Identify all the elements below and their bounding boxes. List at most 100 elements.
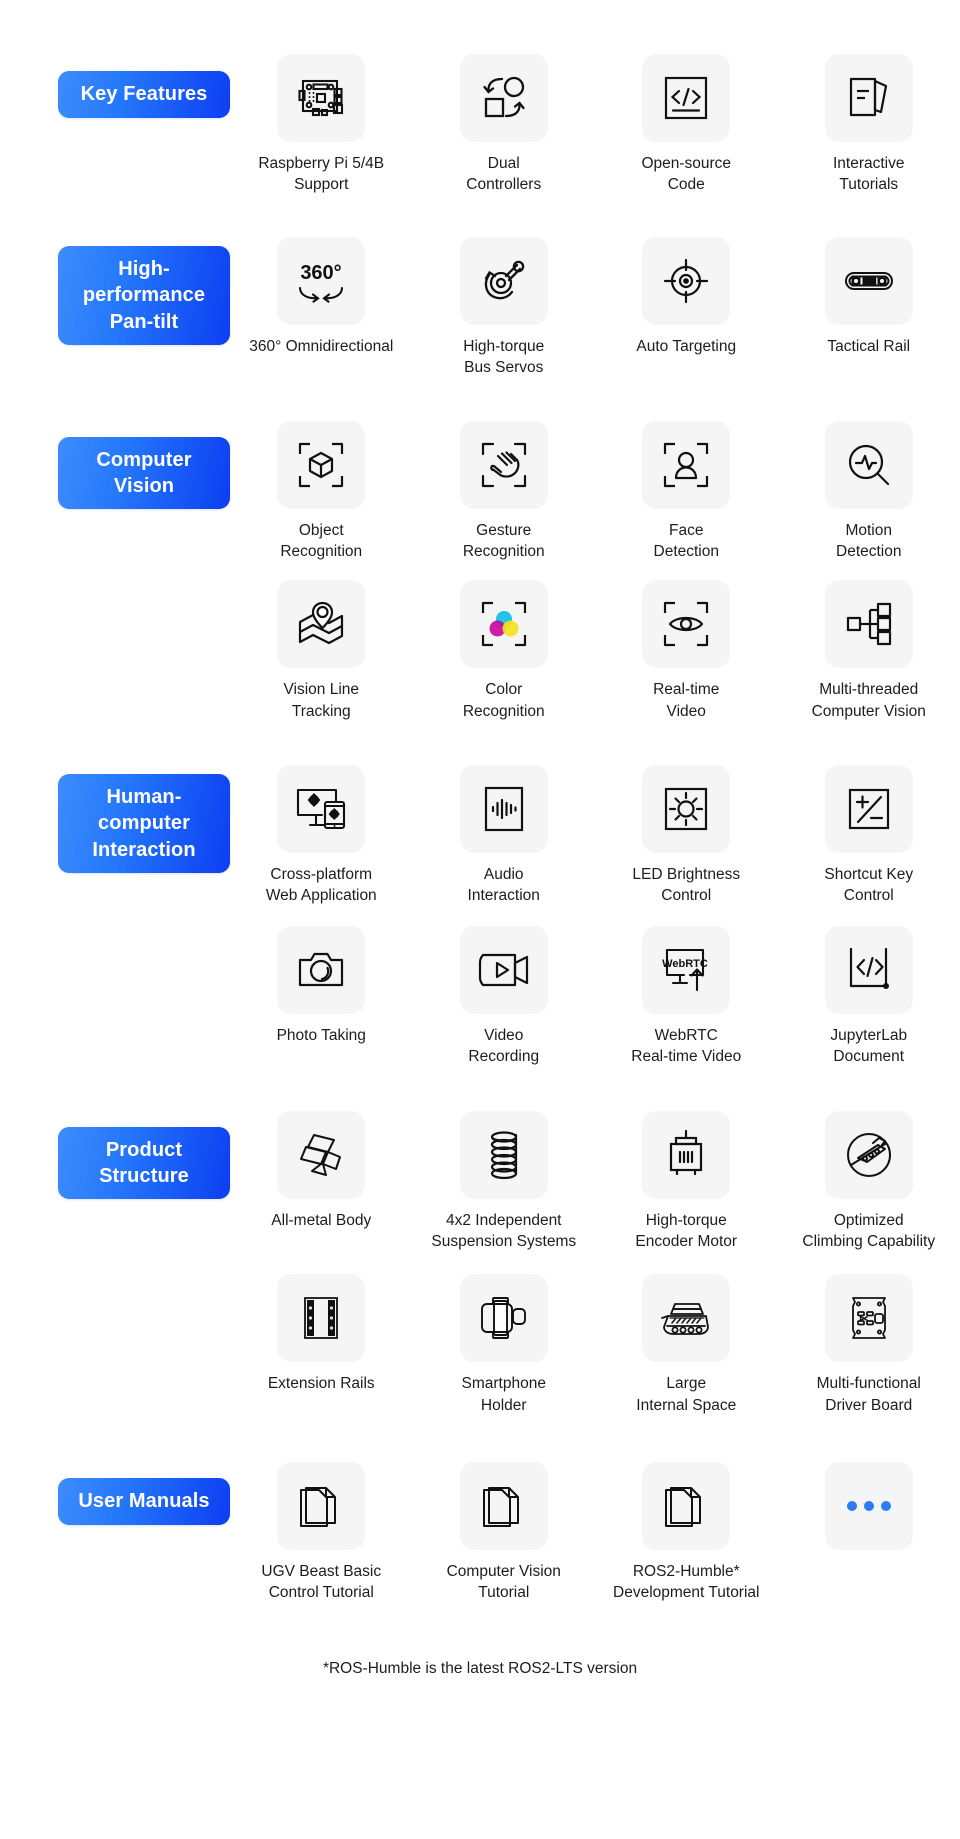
feature-item[interactable]: Raspberry Pi 5/4B Support bbox=[230, 54, 413, 196]
section-user-manuals: User Manuals UGV Beast Basic Control Tut… bbox=[0, 1462, 960, 1604]
feature-grid-row-1: Object Recognition Gesture Recogn bbox=[230, 421, 960, 563]
feature-label: Raspberry Pi 5/4B Support bbox=[258, 153, 384, 196]
feature-label: Large Internal Space bbox=[636, 1373, 736, 1416]
face-detection-person-icon bbox=[642, 421, 730, 509]
feature-label: 4x2 Independent Suspension Systems bbox=[431, 1210, 576, 1253]
feature-label: Photo Taking bbox=[277, 1025, 366, 1046]
feature-item[interactable]: Extension Rails bbox=[230, 1274, 413, 1416]
feature-item[interactable]: Shortcut Key Control bbox=[778, 765, 960, 907]
feature-item[interactable]: Multi-threaded Computer Vision bbox=[778, 580, 960, 722]
jupyterlab-code-icon bbox=[825, 926, 913, 1014]
dots-group bbox=[847, 1501, 891, 1511]
shortcut-key-plus-minus-icon bbox=[825, 765, 913, 853]
feature-item[interactable]: Smartphone Holder bbox=[413, 1274, 596, 1416]
feature-grid: UGV Beast Basic Control Tutorial Compute… bbox=[230, 1462, 960, 1604]
section-key-features: Key Features bbox=[0, 54, 960, 196]
feature-item[interactable]: UGV Beast Basic Control Tutorial bbox=[230, 1462, 413, 1604]
feature-item[interactable]: Large Internal Space bbox=[595, 1274, 778, 1416]
feature-label: Object Recognition bbox=[280, 520, 362, 563]
feature-item[interactable]: Cross-platform Web Application bbox=[230, 765, 413, 907]
feature-item[interactable] bbox=[778, 1462, 960, 1604]
footnote-text: *ROS-Humble is the latest ROS2-LTS versi… bbox=[0, 1660, 960, 1678]
section-badge-pan-tilt[interactable]: High-performance Pan-tilt bbox=[58, 246, 230, 345]
badge-column: Key Features bbox=[0, 54, 230, 118]
document-pages-icon bbox=[277, 1462, 365, 1550]
feature-grid-wrap: Cross-platform Web Application Audio Int… bbox=[230, 765, 960, 1068]
feature-grid-wrap: All-metal Body 4x2 Independent Su bbox=[230, 1111, 960, 1417]
feature-item[interactable]: Tactical Rail bbox=[778, 237, 960, 379]
feature-item[interactable]: Motion Detection bbox=[778, 421, 960, 563]
feature-label: All-metal Body bbox=[271, 1210, 371, 1231]
feature-item[interactable]: JupyterLab Document bbox=[778, 926, 960, 1068]
document-pages-icon bbox=[642, 1462, 730, 1550]
feature-item[interactable]: Video Recording bbox=[413, 926, 596, 1068]
feature-item[interactable]: High-torque Encoder Motor bbox=[595, 1111, 778, 1253]
color-recognition-cmyk-icon bbox=[460, 580, 548, 668]
badge-column: High-performance Pan-tilt bbox=[0, 237, 230, 345]
feature-label: Multi-threaded Computer Vision bbox=[812, 679, 926, 722]
encoder-motor-icon bbox=[642, 1111, 730, 1199]
feature-item[interactable]: Interactive Tutorials bbox=[778, 54, 960, 196]
feature-item[interactable]: Open-source Code bbox=[595, 54, 778, 196]
feature-label: WebRTC Real-time Video bbox=[631, 1025, 741, 1068]
feature-grid: Raspberry Pi 5/4B Support Dual Controlle… bbox=[230, 54, 960, 196]
vision-line-tracking-map-icon bbox=[277, 580, 365, 668]
feature-item[interactable]: LED Brightness Control bbox=[595, 765, 778, 907]
photo-camera-icon bbox=[277, 926, 365, 1014]
svg-text:360°: 360° bbox=[301, 262, 342, 284]
feature-item[interactable]: Audio Interaction bbox=[413, 765, 596, 907]
feature-item[interactable]: Gesture Recognition bbox=[413, 421, 596, 563]
webrtc-upload-icon: WebRTC bbox=[642, 926, 730, 1014]
feature-item[interactable]: High-torque Bus Servos bbox=[413, 237, 596, 379]
smartphone-holder-icon bbox=[460, 1274, 548, 1362]
raspberry-pi-board-icon bbox=[277, 54, 365, 142]
feature-label: Interactive Tutorials bbox=[833, 153, 905, 196]
feature-grid-row-2: Photo Taking Video Recording bbox=[230, 926, 960, 1068]
feature-item[interactable]: Vision Line Tracking bbox=[230, 580, 413, 722]
feature-label: 360° Omnidirectional bbox=[249, 336, 393, 357]
feature-item[interactable]: Optimized Climbing Capability bbox=[778, 1111, 960, 1253]
section-badge-user-manuals[interactable]: User Manuals bbox=[58, 1478, 230, 1525]
section-badge-computer-vision[interactable]: Computer Vision bbox=[58, 437, 230, 510]
feature-label: LED Brightness Control bbox=[632, 864, 740, 907]
auto-targeting-crosshair-icon bbox=[642, 237, 730, 325]
feature-item[interactable]: ROS2-Humble* Development Tutorial bbox=[595, 1462, 778, 1604]
feature-label: Auto Targeting bbox=[636, 336, 736, 357]
feature-item[interactable]: Photo Taking bbox=[230, 926, 413, 1068]
feature-label: Video Recording bbox=[468, 1025, 539, 1068]
dual-controllers-icon bbox=[460, 54, 548, 142]
feature-item[interactable]: All-metal Body bbox=[230, 1111, 413, 1253]
badge-column: Product Structure bbox=[0, 1111, 230, 1200]
feature-item[interactable]: Computer Vision Tutorial bbox=[413, 1462, 596, 1604]
more-dots-icon[interactable] bbox=[825, 1462, 913, 1550]
feature-label: Multi-functional Driver Board bbox=[817, 1373, 921, 1416]
feature-grid-row-1: All-metal Body 4x2 Independent Su bbox=[230, 1111, 960, 1253]
badge-column: Human-computer Interaction bbox=[0, 765, 230, 873]
document-pages-icon bbox=[460, 1462, 548, 1550]
feature-label: Tactical Rail bbox=[827, 336, 910, 357]
section-badge-product-structure[interactable]: Product Structure bbox=[58, 1127, 230, 1200]
feature-item[interactable]: Multi-functional Driver Board bbox=[778, 1274, 960, 1416]
feature-label: Computer Vision Tutorial bbox=[447, 1561, 561, 1604]
suspension-spring-icon bbox=[460, 1111, 548, 1199]
feature-item[interactable]: Real-time Video bbox=[595, 580, 778, 722]
section-badge-key-features[interactable]: Key Features bbox=[58, 71, 230, 118]
feature-item[interactable]: Dual Controllers bbox=[413, 54, 596, 196]
feature-item[interactable]: WebRTC WebRTC Real-time Video bbox=[595, 926, 778, 1068]
feature-item[interactable]: 4x2 Independent Suspension Systems bbox=[413, 1111, 596, 1253]
feature-label: Optimized Climbing Capability bbox=[802, 1210, 935, 1253]
feature-grid-row-2: Extension Rails Smartphone Holder bbox=[230, 1274, 960, 1416]
feature-label: High-torque Encoder Motor bbox=[635, 1210, 737, 1253]
feature-grid-row-1: Cross-platform Web Application Audio Int… bbox=[230, 765, 960, 907]
video-recording-camcorder-icon bbox=[460, 926, 548, 1014]
section-badge-human-computer-interaction[interactable]: Human-computer Interaction bbox=[58, 774, 230, 873]
dot-3 bbox=[881, 1501, 891, 1511]
feature-item[interactable]: Auto Targeting bbox=[595, 237, 778, 379]
feature-item[interactable]: Color Recognition bbox=[413, 580, 596, 722]
feature-item[interactable]: Face Detection bbox=[595, 421, 778, 563]
audio-waveform-icon bbox=[460, 765, 548, 853]
feature-item[interactable]: 360° 360° Omnidirectional bbox=[230, 237, 413, 379]
climbing-capability-icon bbox=[825, 1111, 913, 1199]
feature-item[interactable]: Object Recognition bbox=[230, 421, 413, 563]
multi-threaded-tree-icon bbox=[825, 580, 913, 668]
